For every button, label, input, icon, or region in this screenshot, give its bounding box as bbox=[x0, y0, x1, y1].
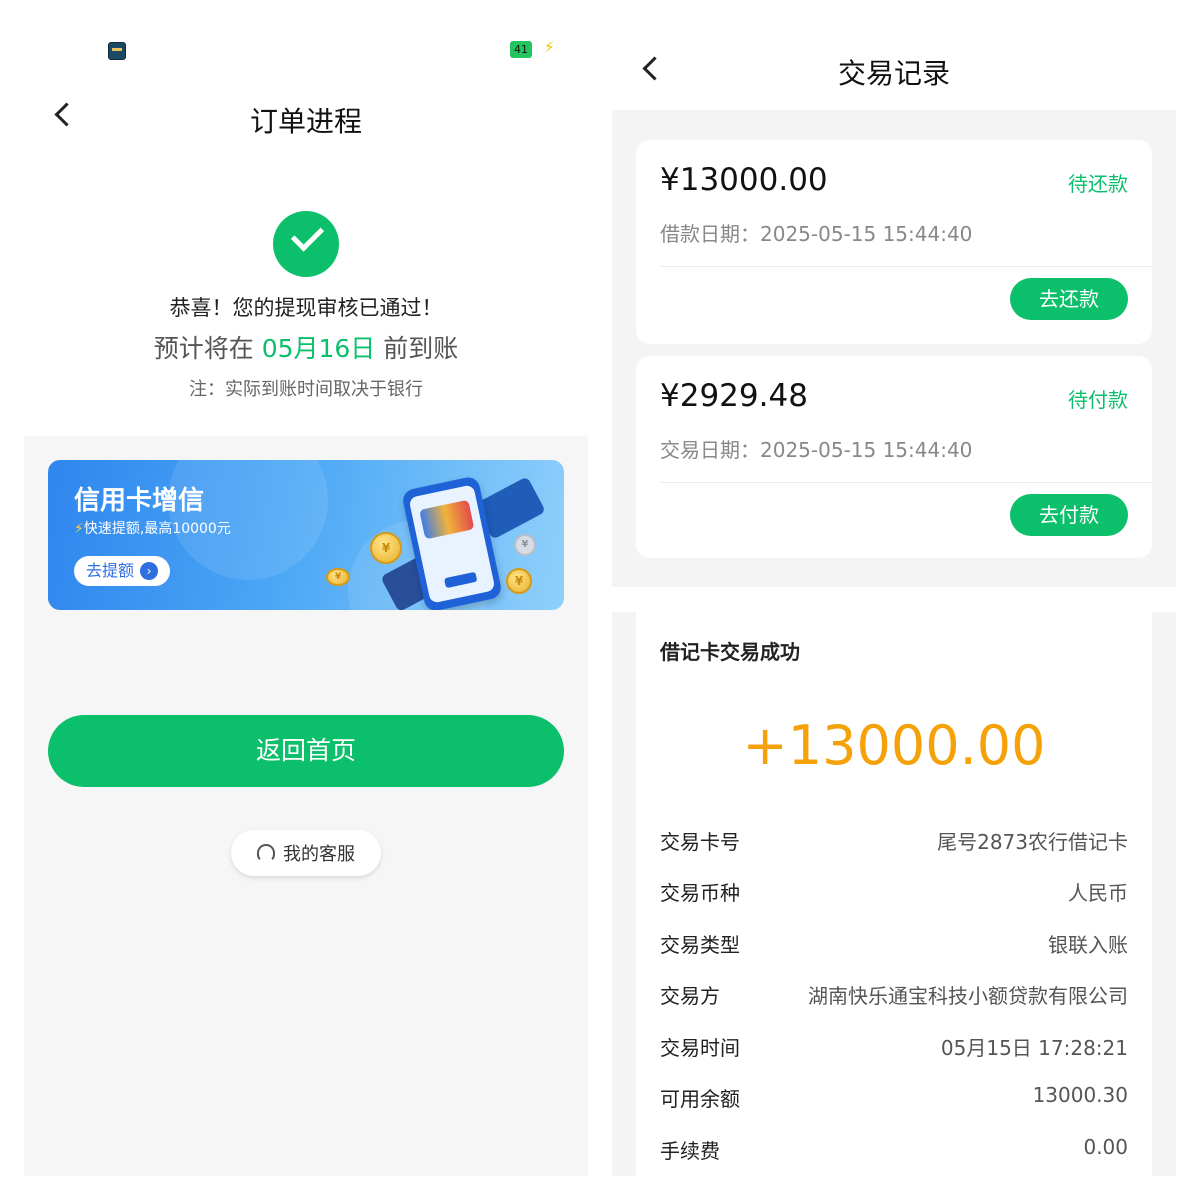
row-label: 交易时间 bbox=[660, 1036, 740, 1060]
record-status: 待还款 bbox=[1068, 172, 1128, 196]
detail-amount: +13000.00 bbox=[742, 714, 1046, 777]
pay-button[interactable]: 去付款 bbox=[1010, 494, 1128, 536]
row-label: 可用余额 bbox=[660, 1087, 740, 1111]
detail-row: 交易时间 05月15日 17:28:21 bbox=[660, 1032, 1128, 1062]
raise-limit-label: 去提额 bbox=[86, 561, 135, 580]
row-label: 交易卡号 bbox=[660, 830, 740, 854]
coin-icon: ¥ bbox=[514, 534, 536, 556]
arrival-estimate: 预计将在 05月16日 前到账 bbox=[24, 329, 588, 365]
header: 交易记录 bbox=[612, 0, 1176, 110]
lightning-icon: ⚡ bbox=[74, 521, 84, 537]
row-label: 交易类型 bbox=[660, 933, 740, 957]
detail-row: 可用余额 13000.30 bbox=[660, 1083, 1128, 1113]
banner-title: 信用卡增信 bbox=[74, 486, 205, 516]
coin-icon: ¥ bbox=[370, 532, 402, 564]
raise-limit-button[interactable]: 去提额 › bbox=[74, 556, 171, 586]
repay-button[interactable]: 去还款 bbox=[1010, 278, 1128, 320]
order-progress-screen: 41 ⚡ 订单进程 恭喜！您的提现审核已通过！ 预计将在 05月16日 前到账 … bbox=[24, 24, 588, 1176]
detail-title: 借记卡交易成功 bbox=[660, 640, 800, 664]
record-card: ¥13000.00 待还款 借款日期：2025-05-15 15:44:40 去… bbox=[636, 140, 1152, 344]
headset-icon bbox=[257, 844, 275, 862]
row-value: 湖南快乐通宝科技小额贷款有限公司 bbox=[808, 984, 1128, 1008]
record-date: 借款日期：2025-05-15 15:44:40 bbox=[660, 222, 973, 246]
coin-icon: ¥ bbox=[326, 568, 350, 586]
approval-message: 恭喜！您的提现审核已通过！ bbox=[169, 296, 443, 320]
row-value: 0.00 bbox=[1083, 1135, 1128, 1159]
record-date: 交易日期：2025-05-15 15:44:40 bbox=[660, 438, 973, 462]
charging-icon: ⚡ bbox=[544, 38, 555, 56]
record-amount: ¥13000.00 bbox=[660, 162, 828, 198]
row-value: 05月15日 17:28:21 bbox=[940, 1036, 1128, 1060]
detail-row: 手续费 0.00 bbox=[660, 1135, 1128, 1165]
row-label: 交易方 bbox=[660, 984, 720, 1008]
customer-service-button[interactable]: 我的客服 bbox=[231, 830, 381, 876]
coin-icon: ¥ bbox=[506, 568, 532, 594]
eta-date: 05月16日 bbox=[261, 334, 376, 363]
row-value: 尾号2873农行借记卡 bbox=[937, 830, 1128, 854]
credit-card-banner[interactable]: 信用卡增信 ⚡快速提额,最高10000元 去提额 › ¥ ¥ ¥ ¥ bbox=[48, 460, 564, 610]
row-value: 银联入账 bbox=[1048, 933, 1128, 957]
chevron-right-icon: › bbox=[140, 562, 159, 580]
page-title: 订单进程 bbox=[249, 105, 362, 138]
record-card: ¥2929.48 待付款 交易日期：2025-05-15 15:44:40 去付… bbox=[636, 356, 1152, 558]
row-value: 13000.30 bbox=[1032, 1083, 1128, 1107]
arrival-note: 注：实际到账时间取决于银行 bbox=[189, 379, 423, 400]
return-home-button[interactable]: 返回首页 bbox=[48, 715, 564, 787]
app-notification-icon bbox=[108, 42, 126, 60]
record-status: 待付款 bbox=[1068, 388, 1128, 412]
detail-row: 交易类型 银联入账 bbox=[660, 929, 1128, 959]
page-title: 交易记录 bbox=[837, 57, 950, 90]
detail-row: 交易币种 人民币 bbox=[660, 877, 1128, 907]
banner-subtitle-text: 快速提额,最高10000元 bbox=[83, 521, 231, 537]
detail-row: 交易卡号 尾号2873农行借记卡 bbox=[660, 826, 1128, 856]
banner-subtitle: ⚡快速提额,最高10000元 bbox=[74, 518, 231, 538]
transaction-records-screen: 交易记录 ¥13000.00 待还款 借款日期：2025-05-15 15:44… bbox=[612, 0, 1176, 1176]
transaction-detail: 借记卡交易成功 +13000.00 交易卡号 尾号2873农行借记卡 交易币种 … bbox=[636, 612, 1152, 1176]
record-amount: ¥2929.48 bbox=[660, 378, 808, 414]
divider bbox=[660, 266, 1152, 267]
detail-row: 交易方 湖南快乐通宝科技小额贷款有限公司 bbox=[660, 980, 1128, 1010]
eta-prefix: 预计将在 bbox=[153, 334, 254, 363]
customer-service-label: 我的客服 bbox=[283, 844, 355, 865]
records-list: ¥13000.00 待还款 借款日期：2025-05-15 15:44:40 去… bbox=[612, 110, 1176, 587]
divider bbox=[660, 482, 1152, 483]
eta-suffix: 前到账 bbox=[383, 334, 459, 363]
row-value: 人民币 bbox=[1068, 881, 1128, 905]
row-label: 手续费 bbox=[660, 1139, 720, 1163]
row-label: 交易币种 bbox=[660, 881, 740, 905]
success-check-icon bbox=[273, 211, 339, 277]
battery-indicator: 41 bbox=[510, 41, 532, 58]
